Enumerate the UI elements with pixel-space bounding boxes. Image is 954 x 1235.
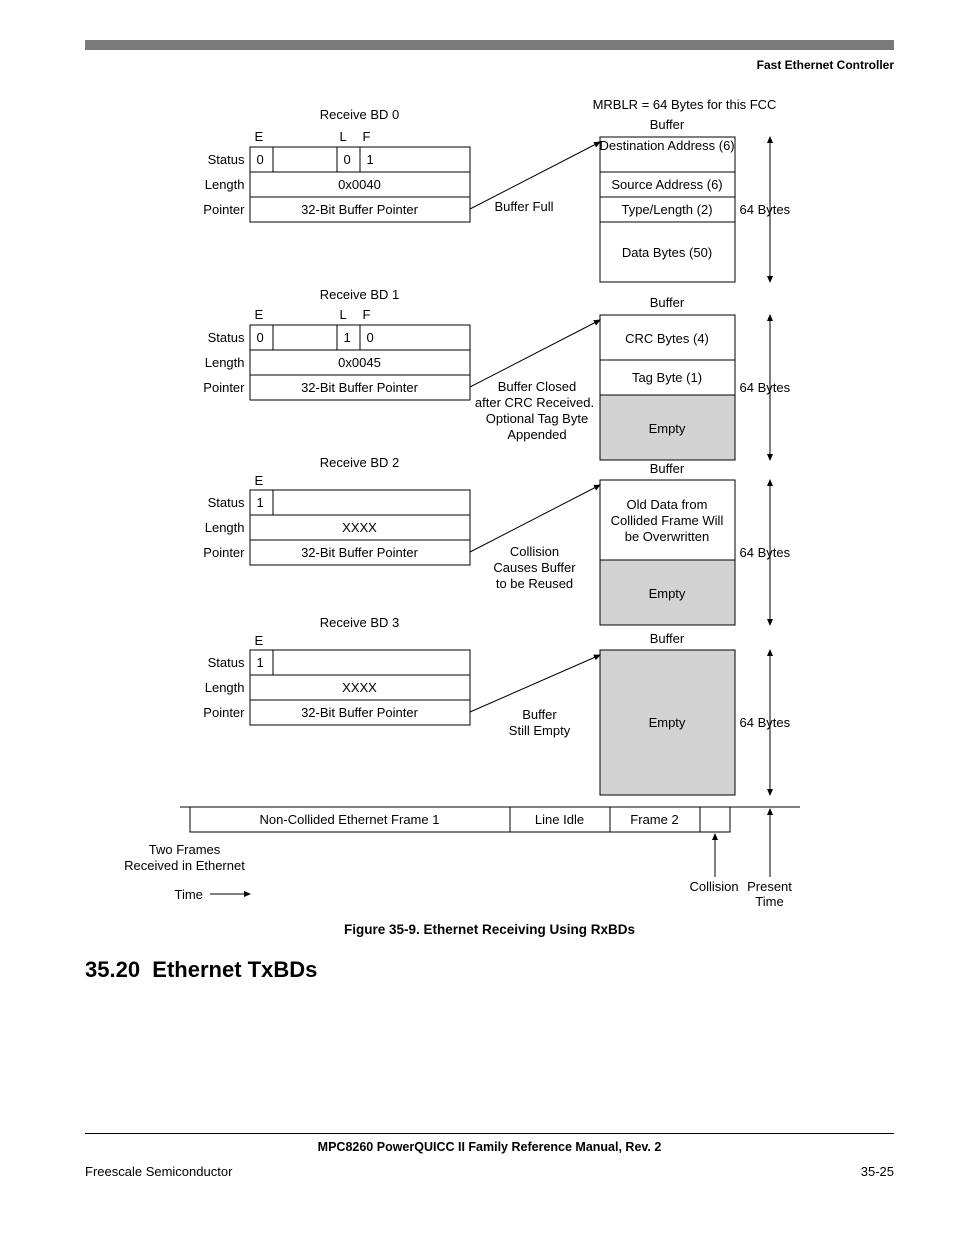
bd2-e-val: 1 [257, 495, 264, 510]
bd0-length-lbl: Length [190, 177, 245, 192]
bd3-e-val: 1 [257, 655, 264, 670]
bd1-pointer-lbl: Pointer [190, 380, 245, 395]
buf3-bytes: 64 Bytes [740, 715, 791, 730]
bd3-note1: Buffer [495, 707, 585, 722]
bd1-note2: after CRC Received. [465, 395, 605, 410]
section-heading: 35.20 Ethernet TxBDs [85, 957, 894, 983]
bd1-pointer-val: 32-Bit Buffer Pointer [250, 380, 470, 395]
buf2-row1b: Collided Frame Will [600, 513, 735, 528]
buf0-title: Buffer [600, 117, 735, 132]
bd0-status-lbl: Status [190, 152, 245, 167]
bd1-f-val: 0 [367, 330, 374, 345]
tl-twoframes1: Two Frames [110, 842, 260, 857]
footer-manual: MPC8260 PowerQUICC II Family Reference M… [85, 1133, 894, 1154]
buf0-row1: Destination Address (6) [600, 139, 735, 153]
bd1-L-hdr: L [340, 307, 347, 322]
figure-svg [100, 97, 880, 937]
top-bar [85, 40, 894, 50]
bd0-note: Buffer Full [495, 199, 554, 214]
buf3-title: Buffer [600, 631, 735, 646]
bd2-pointer-val: 32-Bit Buffer Pointer [250, 545, 470, 560]
figure-35-9: MRBLR = 64 Bytes for this FCC Receive BD… [100, 97, 880, 937]
bd0-L-hdr: L [340, 129, 347, 144]
tl-twoframes2: Received in Ethernet [110, 858, 260, 873]
bd1-e-val: 0 [257, 330, 264, 345]
bd1-F-hdr: F [363, 307, 371, 322]
buf1-bytes: 64 Bytes [740, 380, 791, 395]
bd3-title: Receive BD 3 [250, 615, 470, 630]
bd0-length-val: 0x0040 [250, 177, 470, 192]
tl-present: Present Time [740, 879, 800, 909]
buf0-row2: Source Address (6) [600, 177, 735, 192]
bd1-note3: Optional Tag Byte [475, 411, 600, 426]
bd0-pointer-val: 32-Bit Buffer Pointer [250, 202, 470, 217]
bd1-length-lbl: Length [190, 355, 245, 370]
bd0-E-hdr: E [255, 129, 264, 144]
bd2-status-lbl: Status [190, 495, 245, 510]
bd1-status-lbl: Status [190, 330, 245, 345]
bd2-note1: Collision [480, 544, 590, 559]
bd1-length-val: 0x0045 [250, 355, 470, 370]
bd0-f-val: 1 [367, 152, 374, 167]
bd3-note2: Still Empty [495, 723, 585, 738]
buf3-row1: Empty [600, 715, 735, 730]
mrblr-label: MRBLR = 64 Bytes for this FCC [560, 97, 810, 112]
footer-left: Freescale Semiconductor [85, 1164, 232, 1179]
buf2-row1c: be Overwritten [600, 529, 735, 544]
tl-frame2: Frame 2 [610, 812, 700, 827]
buf2-row2: Empty [600, 586, 735, 601]
bd2-note3: to be Reused [480, 576, 590, 591]
buf2-title: Buffer [600, 461, 735, 476]
bd3-pointer-val: 32-Bit Buffer Pointer [250, 705, 470, 720]
section-title: Ethernet TxBDs [152, 957, 317, 982]
buf1-title: Buffer [600, 295, 735, 310]
bd0-title: Receive BD 0 [250, 107, 470, 122]
buf1-row1: CRC Bytes (4) [600, 331, 735, 346]
bd3-pointer-lbl: Pointer [190, 705, 245, 720]
buf1-row3: Empty [600, 421, 735, 436]
bd1-note4: Appended [475, 427, 600, 442]
footer-row: Freescale Semiconductor 35-25 [85, 1164, 894, 1179]
bd3-length-val: XXXX [250, 680, 470, 695]
footer-right: 35-25 [861, 1164, 894, 1179]
bd2-title: Receive BD 2 [250, 455, 470, 470]
bd2-E-hdr: E [255, 473, 264, 488]
bd3-E-hdr: E [255, 633, 264, 648]
buf2-bytes: 64 Bytes [740, 545, 791, 560]
section-num: 35.20 [85, 957, 140, 982]
bd2-length-val: XXXX [250, 520, 470, 535]
bd2-length-lbl: Length [190, 520, 245, 535]
bd1-E-hdr: E [255, 307, 264, 322]
buf0-bytes: 64 Bytes [740, 202, 791, 217]
bd0-pointer-lbl: Pointer [190, 202, 245, 217]
bd1-title: Receive BD 1 [250, 287, 470, 302]
bd1-note1: Buffer Closed [475, 379, 600, 394]
buf1-row2: Tag Byte (1) [600, 370, 735, 385]
bd0-e-val: 0 [257, 152, 264, 167]
bd3-length-lbl: Length [190, 680, 245, 695]
bd2-note2: Causes Buffer [480, 560, 590, 575]
buf0-row4: Data Bytes (50) [600, 245, 735, 260]
tl-frame1: Non-Collided Ethernet Frame 1 [190, 812, 510, 827]
chapter-header: Fast Ethernet Controller [85, 58, 894, 72]
tl-idle: Line Idle [510, 812, 610, 827]
bd0-F-hdr: F [363, 129, 371, 144]
bd0-l-val: 0 [344, 152, 351, 167]
figure-caption: Figure 35-9. Ethernet Receiving Using Rx… [100, 922, 880, 937]
bd1-l-val: 1 [344, 330, 351, 345]
buf2-row1a: Old Data from [600, 497, 735, 512]
tl-collision: Collision [690, 879, 739, 894]
buf0-row3: Type/Length (2) [600, 202, 735, 217]
tl-time: Time [175, 887, 203, 902]
bd2-pointer-lbl: Pointer [190, 545, 245, 560]
bd3-status-lbl: Status [190, 655, 245, 670]
